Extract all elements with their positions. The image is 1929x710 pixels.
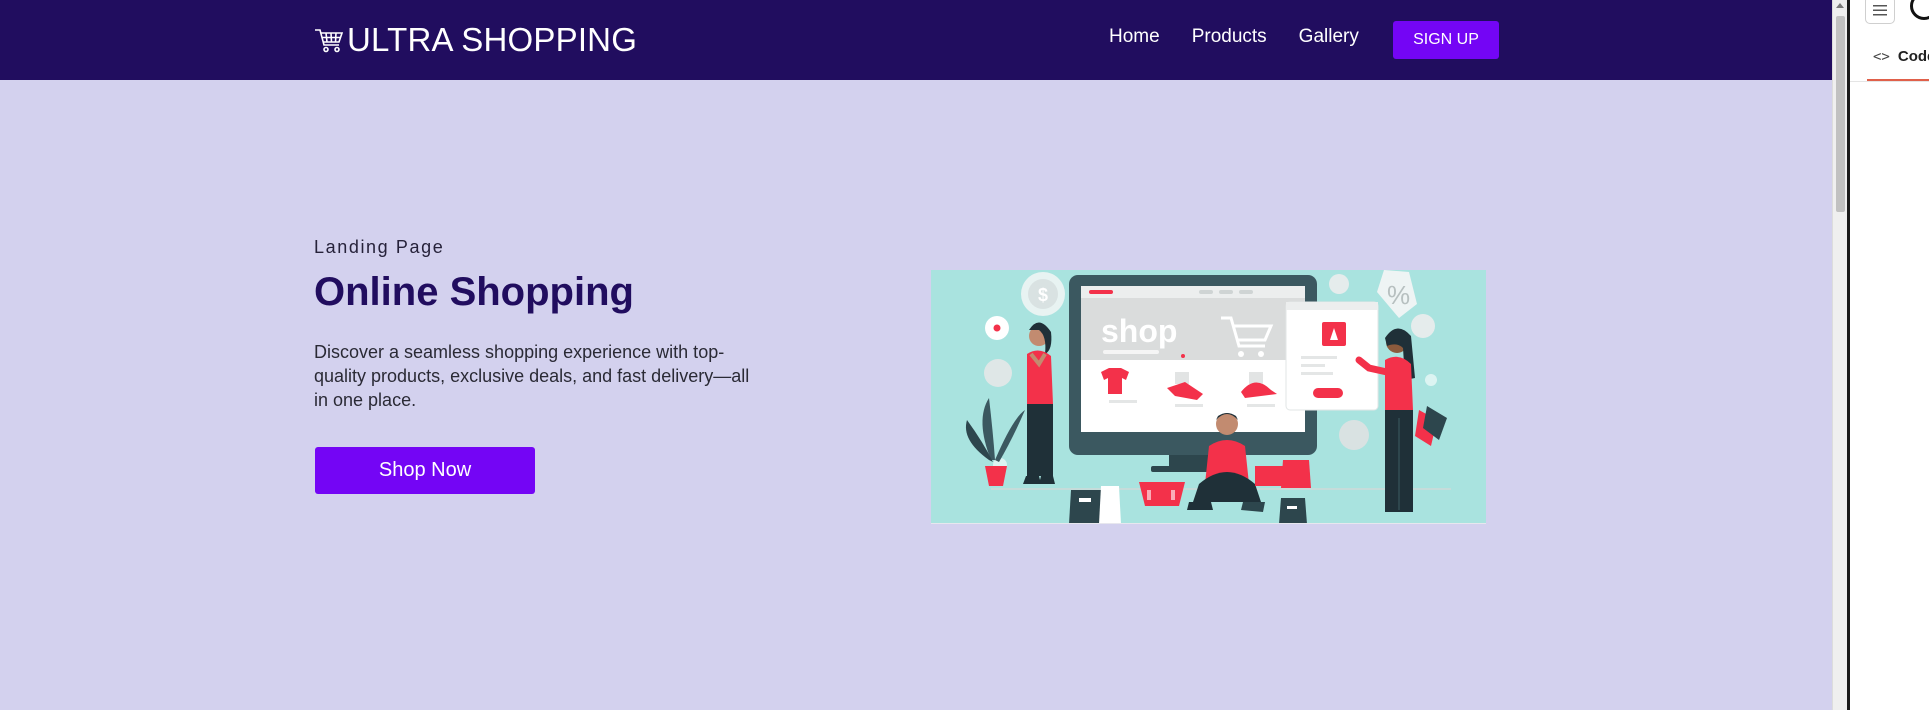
online-shopping-illustration: $ % shop: [965, 270, 1451, 523]
tab-code-label: Code: [1897, 48, 1929, 65]
brand-name: ULTRA SHOPPING: [347, 21, 638, 58]
nav-home[interactable]: Home: [1109, 26, 1160, 48]
page: ULTRA SHOPPING Home Products Gallery SIG…: [0, 0, 1832, 710]
panel-tab-divider: [1850, 81, 1929, 82]
navbar: ULTRA SHOPPING Home Products Gallery SIG…: [0, 0, 1832, 80]
shop-now-button[interactable]: Shop Now: [315, 447, 535, 494]
code-icon: <>: [1873, 48, 1890, 65]
nav-products[interactable]: Products: [1192, 26, 1267, 48]
brand-logo[interactable]: ULTRA SHOPPING: [314, 18, 637, 62]
shopping-cart-icon: [314, 25, 344, 55]
tab-code[interactable]: <> Code: [1873, 48, 1929, 65]
coin-label: $: [1038, 285, 1048, 305]
hero-eyebrow: Landing Page: [314, 237, 445, 257]
screen-shop-text: shop: [1101, 313, 1177, 349]
scroll-up-arrow-icon[interactable]: [1836, 3, 1844, 8]
avatar[interactable]: [1910, 0, 1929, 20]
hero-description: Discover a seamless shopping experience …: [314, 342, 750, 410]
page-scrollbar[interactable]: [1832, 0, 1847, 710]
discount-badge: %: [1387, 280, 1410, 310]
hero-title: Online Shopping: [314, 270, 634, 314]
nav-gallery[interactable]: Gallery: [1299, 26, 1359, 48]
hero-illustration: $ % shop: [931, 270, 1486, 524]
hamburger-menu-icon[interactable]: [1865, 0, 1895, 24]
scroll-thumb[interactable]: [1836, 16, 1845, 212]
sign-up-button[interactable]: SIGN UP: [1393, 21, 1499, 59]
code-side-panel: <> Code: [1850, 0, 1929, 710]
main-nav: Home Products Gallery: [1109, 26, 1391, 48]
